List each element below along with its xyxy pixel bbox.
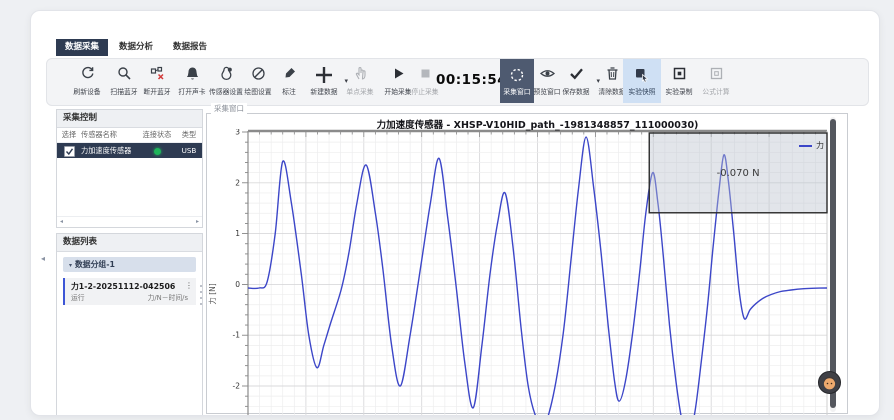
y-tick-label: 0 <box>235 280 240 289</box>
collection-control-panel: 采集控制 选择 传感器名称 连接状态 类型 力加速度传感器 USB ◂ ▸ <box>56 109 203 228</box>
panel-splitter-handle[interactable] <box>200 285 203 309</box>
col-select: 选择 <box>57 128 81 142</box>
group-caret-icon: ▾ <box>69 262 72 269</box>
sensor-type: USB <box>177 143 201 158</box>
single-point-collect-button[interactable]: 单点采集 <box>340 65 380 96</box>
check-icon <box>556 65 596 85</box>
data-list-item[interactable]: 力1-2-20251112-042506 ⋮ 运行 力/N－时间/s <box>63 278 196 305</box>
annotation-value-label: -0.070 N <box>717 168 760 179</box>
assistant-floating-button[interactable] <box>818 371 841 394</box>
collection-control-title: 采集控制 <box>57 110 202 128</box>
sidebar-collapse-icon[interactable]: ◂ <box>41 254 45 263</box>
sensor-name: 力加速度传感器 <box>81 143 137 158</box>
toolbar: 刷新设备 扫描蓝牙 断开蓝牙 打开声卡 传感器设置 绘图设置 标注 <box>46 58 869 106</box>
refresh-icon <box>67 65 107 85</box>
col-sensor-name: 传感器名称 <box>81 128 137 142</box>
y-tick-label: -2 <box>233 382 241 391</box>
data-group-label: 数据分组-1 <box>75 260 115 269</box>
formula-icon <box>696 65 736 85</box>
tab-data-collection[interactable]: 数据采集 <box>56 39 108 56</box>
app-window: 数据采集 数据分析 数据报告 刷新设备 扫描蓝牙 断开蓝牙 打开声卡 传感器设置… <box>30 10 880 416</box>
y-axis-label: 力 [N] <box>207 283 217 304</box>
collection-timer: 00:15:54 <box>436 72 498 88</box>
sensor-table-row[interactable]: 力加速度传感器 USB <box>57 143 202 158</box>
tab-data-report[interactable]: 数据报告 <box>164 39 216 56</box>
y-tick-label: 1 <box>235 229 240 238</box>
disconnect-bluetooth-button[interactable]: 断开蓝牙 <box>137 65 177 96</box>
hand-pointer-icon <box>340 65 380 85</box>
sensor-table-hscrollbar[interactable]: ◂ ▸ <box>57 216 202 227</box>
y-tick-label: -1 <box>233 331 241 340</box>
data-list-panel: 数据列表 ▾数据分组-1 力1-2-20251112-042506 ⋮ 运行 力… <box>56 233 203 416</box>
save-data-button[interactable]: ▾ 保存数据 <box>556 65 596 96</box>
avatar-face-icon <box>818 371 841 394</box>
scrollbar-thumb[interactable] <box>830 119 836 408</box>
data-item-status: 运行 <box>71 292 85 302</box>
experiment-snapshot-button[interactable]: 实验快照 <box>623 59 661 103</box>
refresh-device-button[interactable]: 刷新设备 <box>67 65 107 96</box>
legend-line-swatch <box>799 145 812 147</box>
cursor-capture-icon <box>623 66 661 86</box>
y-tick-label: 2 <box>235 178 240 187</box>
main-tabbar: 数据采集 数据分析 数据报告 <box>56 39 216 56</box>
marker-icon <box>269 65 309 85</box>
col-type: 类型 <box>177 128 201 142</box>
chart-vertical-scrollbar[interactable] <box>830 117 836 412</box>
scroll-left-icon[interactable]: ◂ <box>60 218 63 225</box>
plus-icon <box>304 65 344 85</box>
collection-window-group-label: 采集窗口 <box>211 103 247 114</box>
annotate-button[interactable]: 标注 <box>269 65 309 96</box>
data-list-title: 数据列表 <box>57 234 202 252</box>
chart-title: 力加速度传感器 - XHSP-V10HID_path_-1981348857_1… <box>248 117 827 131</box>
item-menu-icon[interactable]: ⋮ <box>185 281 193 290</box>
new-data-button[interactable]: ▾ 新建数据 <box>304 65 344 96</box>
sensor-table-header: 选择 传感器名称 连接状态 类型 <box>57 128 202 143</box>
data-item-axes: 力/N－时间/s <box>148 292 188 302</box>
data-group-row[interactable]: ▾数据分组-1 <box>63 257 196 272</box>
scroll-right-icon[interactable]: ▸ <box>196 218 199 225</box>
bluetooth-disconnect-icon <box>137 65 177 85</box>
formula-calc-button[interactable]: 公式计算 <box>696 65 736 96</box>
data-item-name: 力1-2-20251112-042506 <box>71 281 175 292</box>
record-frame-icon <box>659 65 699 85</box>
experiment-record-button[interactable]: 实验录制 <box>659 65 699 96</box>
legend-series-label: 力 <box>816 140 824 151</box>
status-dot <box>154 148 161 155</box>
y-tick-label: 3 <box>235 129 240 137</box>
col-conn-status: 连接状态 <box>137 128 177 142</box>
chart-legend: 力 <box>799 140 824 151</box>
force-time-plot[interactable]: 3 2 1 0 -1 -2 力 [N] -0.070 N <box>205 129 830 415</box>
sensor-checkbox[interactable] <box>64 146 75 157</box>
tab-data-analysis[interactable]: 数据分析 <box>110 39 162 56</box>
